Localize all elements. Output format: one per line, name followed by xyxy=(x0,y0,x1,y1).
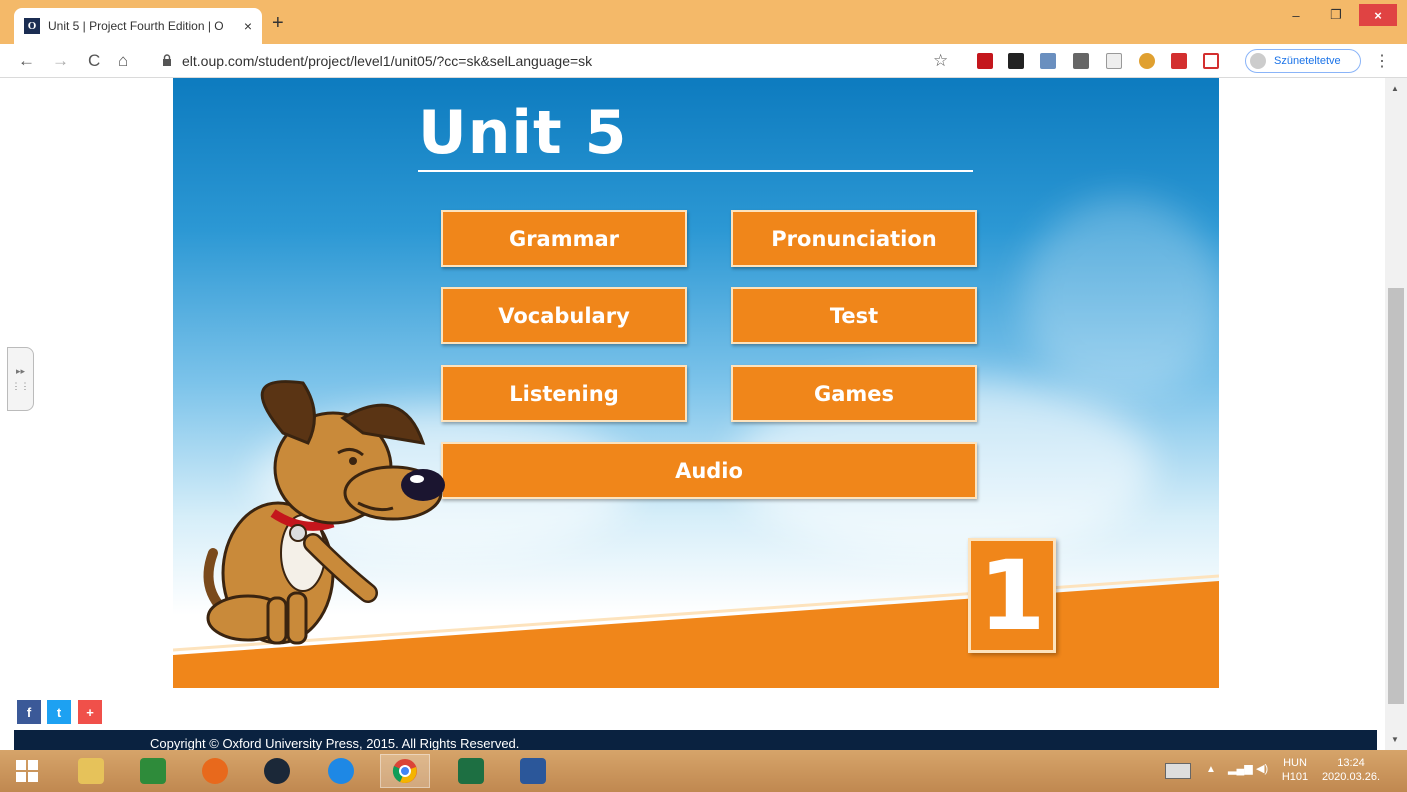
volume-icon[interactable]: ◀) xyxy=(1256,762,1268,776)
tab-title: Unit 5 | Project Fourth Edition | O xyxy=(48,19,224,33)
language-label: HUN xyxy=(1283,757,1307,769)
new-tab-button[interactable]: + xyxy=(272,12,284,35)
level-badge: 1 xyxy=(968,538,1056,653)
touch-keyboard-button[interactable] xyxy=(1160,754,1196,788)
restore-button[interactable]: ❐ xyxy=(1319,4,1353,26)
store-icon xyxy=(140,758,166,784)
facebook-share-button[interactable]: f xyxy=(17,700,41,724)
home-icon[interactable]: ⌂ xyxy=(118,51,128,71)
clock-date: 2020.03.26. xyxy=(1321,771,1381,783)
clock-time: 13:24 xyxy=(1337,757,1365,769)
excel-taskbar-button[interactable] xyxy=(446,754,496,788)
firefox-taskbar-button[interactable] xyxy=(190,754,240,788)
reload-icon[interactable]: C xyxy=(88,51,100,71)
extension-bird-icon[interactable] xyxy=(1171,53,1187,69)
windows-taskbar: ▲ ▂▄▆ ◀) HUN H101 13:24 2020.03.26. xyxy=(0,750,1407,792)
firefox-icon xyxy=(202,758,228,784)
internet-explorer-icon xyxy=(328,758,354,784)
scroll-up-arrow-icon[interactable]: ▲ xyxy=(1391,84,1399,93)
grip-dots-icon: ⋮⋮ xyxy=(11,381,30,391)
file-explorer-taskbar-button[interactable] xyxy=(66,754,116,788)
internet-explorer-taskbar-button[interactable] xyxy=(316,754,366,788)
extension-red-icon[interactable] xyxy=(977,53,993,69)
file-explorer-icon xyxy=(78,758,104,784)
cartoon-dog-illustration xyxy=(203,380,445,645)
page-footer: Copyright © Oxford University Press, 201… xyxy=(14,730,1377,750)
page-viewport: Unit 5 Grammar Pronunciation Vocabulary … xyxy=(0,78,1385,750)
profile-paused-button[interactable]: Szüneteltetve xyxy=(1245,49,1361,73)
extension-pocket-icon[interactable] xyxy=(1203,53,1219,69)
browser-tab[interactable]: O Unit 5 | Project Fourth Edition | O × xyxy=(14,8,262,44)
word-icon xyxy=(520,758,546,784)
steam-icon xyxy=(264,758,290,784)
scrollbar-thumb[interactable] xyxy=(1388,288,1404,704)
extension-checker-icon[interactable] xyxy=(1008,53,1024,69)
twitter-share-button[interactable]: t xyxy=(47,700,71,724)
oup-favicon-icon: O xyxy=(24,18,40,34)
minimize-button[interactable]: – xyxy=(1279,4,1313,26)
tray-chevron-icon[interactable]: ▲ xyxy=(1206,763,1216,777)
profile-avatar-icon xyxy=(1250,53,1266,69)
tab-close-icon[interactable]: × xyxy=(244,18,252,34)
profile-paused-label: Szüneteltetve xyxy=(1274,55,1341,67)
network-icon[interactable]: ▂▄▆ xyxy=(1228,762,1253,776)
input-language[interactable]: HUN H101 xyxy=(1278,756,1312,784)
extension-cookie-icon[interactable] xyxy=(1139,53,1155,69)
unit-hero-banner: Unit 5 Grammar Pronunciation Vocabulary … xyxy=(173,78,1219,688)
more-share-button[interactable]: + xyxy=(78,700,102,724)
word-taskbar-button[interactable] xyxy=(508,754,558,788)
copyright-text: Copyright © Oxford University Press, 201… xyxy=(150,736,520,750)
clock[interactable]: 13:24 2020.03.26. xyxy=(1318,756,1384,784)
browser-tab-bar: O Unit 5 | Project Fourth Edition | O × … xyxy=(0,0,1407,44)
steam-taskbar-button[interactable] xyxy=(252,754,302,788)
extension-dictionary-icon[interactable] xyxy=(1040,53,1056,69)
chrome-taskbar-button[interactable] xyxy=(380,754,430,788)
extension-s-icon[interactable] xyxy=(1106,53,1122,69)
bookmark-star-icon[interactable]: ☆ xyxy=(933,51,948,71)
expand-arrows-icon: ▸▸ xyxy=(15,366,26,376)
window-controls: – ❐ × xyxy=(1279,4,1397,26)
forward-icon[interactable]: → xyxy=(52,51,69,71)
side-panel-handle[interactable]: ▸▸ ⋮⋮ xyxy=(7,347,34,411)
back-icon[interactable]: ← xyxy=(18,51,35,71)
address-bar[interactable]: elt.oup.com/student/project/level1/unit0… xyxy=(182,53,592,69)
close-window-button[interactable]: × xyxy=(1359,4,1397,26)
extension-a-icon[interactable] xyxy=(1073,53,1089,69)
keyboard-icon xyxy=(1165,763,1191,779)
lock-icon[interactable] xyxy=(162,54,172,66)
browser-toolbar: ← → C ⌂ elt.oup.com/student/project/leve… xyxy=(0,44,1407,78)
browser-menu-icon[interactable]: ⋮ xyxy=(1374,51,1390,71)
keyboard-layout-label: H101 xyxy=(1281,771,1309,783)
start-button[interactable] xyxy=(4,754,50,788)
excel-icon xyxy=(458,758,484,784)
vertical-scrollbar[interactable]: ▲ ▼ xyxy=(1385,78,1407,750)
scroll-down-arrow-icon[interactable]: ▼ xyxy=(1391,735,1399,744)
chrome-icon xyxy=(392,759,417,783)
store-taskbar-button[interactable] xyxy=(128,754,178,788)
windows-logo-icon xyxy=(16,760,38,782)
